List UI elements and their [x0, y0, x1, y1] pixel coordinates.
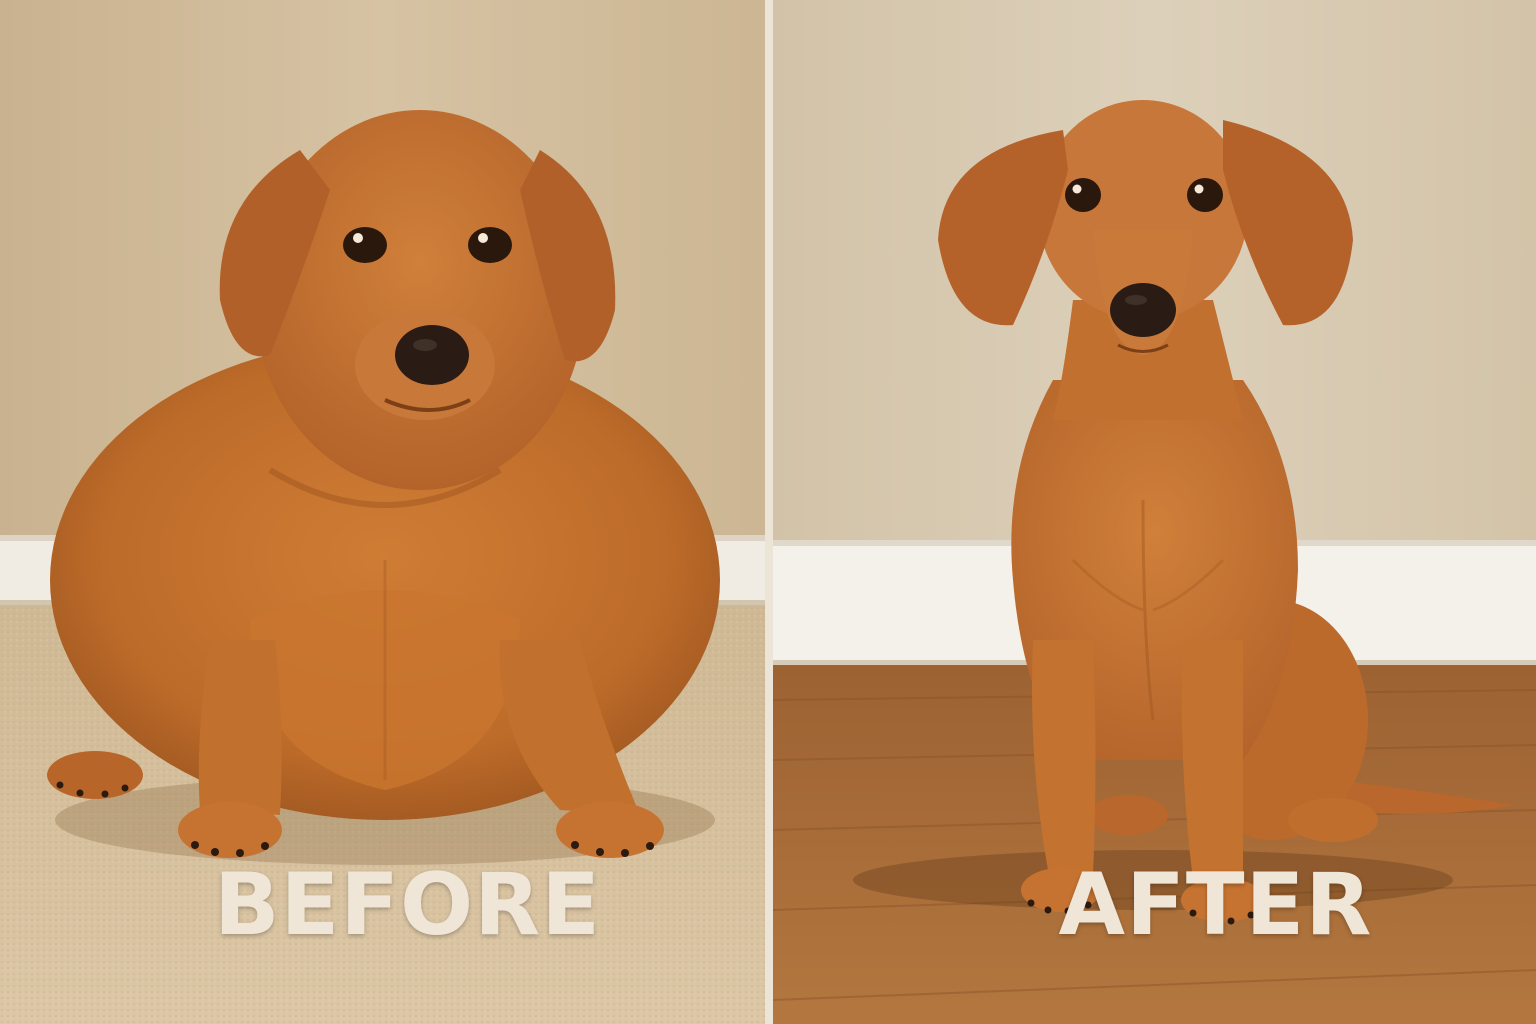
panel-divider — [765, 0, 773, 1024]
before-panel: BEFORE — [0, 0, 765, 1024]
after-label: AFTER — [1058, 855, 1373, 955]
after-panel: AFTER — [773, 0, 1536, 1024]
before-after-collage: BEFORE AFTER — [0, 0, 1536, 1024]
before-label: BEFORE — [213, 855, 602, 955]
